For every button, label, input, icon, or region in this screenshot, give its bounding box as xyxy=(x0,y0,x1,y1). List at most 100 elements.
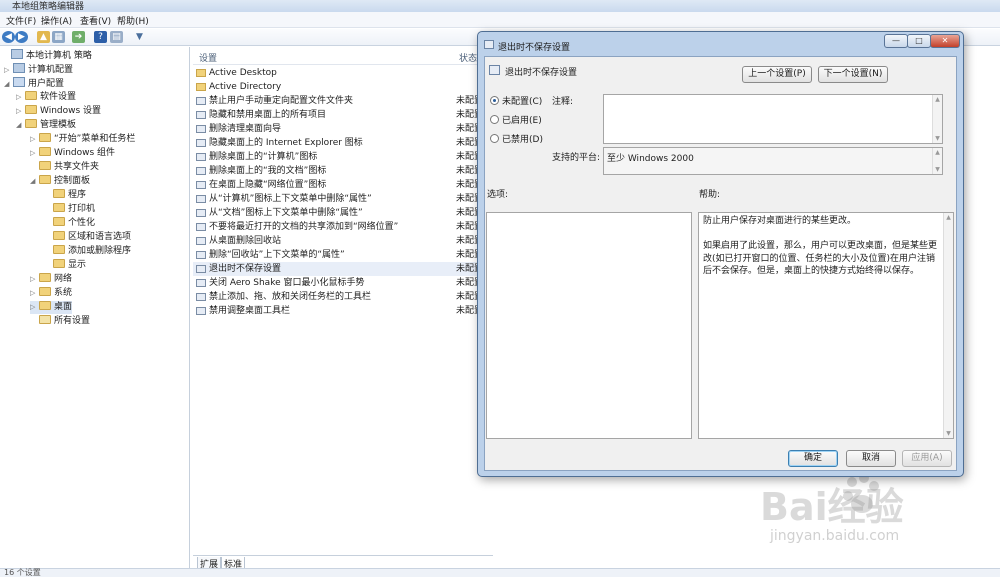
radio-not-configured[interactable]: 未配置(C) xyxy=(490,96,542,108)
list-item[interactable]: 禁止用户手动重定向配置文件文件夹 未配置 xyxy=(193,94,483,108)
expand-icon[interactable]: ▷ xyxy=(16,105,25,118)
column-header-state[interactable]: 状态 xyxy=(459,51,477,64)
tree-node-shared-folders[interactable]: 共享文件夹 xyxy=(30,161,99,174)
list-item[interactable]: 隐藏和禁用桌面上的所有项目 未配置 xyxy=(193,108,483,122)
tree-node-computer-config[interactable]: ▷ 计算机配置 xyxy=(4,63,73,76)
expand-icon[interactable]: ▷ xyxy=(30,133,39,146)
previous-setting-button[interactable]: 上一个设置(P) xyxy=(742,66,812,83)
tree-node-software-settings[interactable]: ▷ 软件设置 xyxy=(16,91,76,104)
scroll-up-icon[interactable]: ▲ xyxy=(933,149,942,156)
folder-icon xyxy=(53,259,65,268)
tree-node-admin-templates[interactable]: ◢ 管理模板 xyxy=(16,119,76,132)
tree-node-start-menu[interactable]: ▷ “开始”菜单和任务栏 xyxy=(30,133,135,146)
tree-node-windows-settings[interactable]: ▷ Windows 设置 xyxy=(16,105,101,118)
cancel-button[interactable]: 取消 xyxy=(846,450,896,467)
platform-scrollbar[interactable]: ▲ ▼ xyxy=(932,148,942,174)
tree-node-user-config[interactable]: ◢ 用户配置 xyxy=(4,77,64,90)
list-item[interactable]: 从桌面删除回收站 未配置 xyxy=(193,234,483,248)
list-item[interactable]: 关闭 Aero Shake 窗口最小化鼠标手势 未配置 xyxy=(193,276,483,290)
forward-icon[interactable]: ▶ xyxy=(15,31,28,43)
list-item[interactable]: Active Directory xyxy=(193,80,483,94)
scroll-down-icon[interactable]: ▼ xyxy=(933,135,942,142)
list-item[interactable]: 删除桌面上的“计算机”图标 未配置 xyxy=(193,150,483,164)
properties-icon[interactable]: ▤ xyxy=(110,31,123,43)
collapse-icon[interactable]: ◢ xyxy=(30,175,39,188)
status-text: 16 个设置 xyxy=(4,568,41,577)
show-hide-tree-icon[interactable]: ▦ xyxy=(52,31,65,43)
collapse-icon[interactable]: ◢ xyxy=(16,119,25,132)
list-item[interactable]: 删除桌面上的“我的文档”图标 未配置 xyxy=(193,164,483,178)
scroll-down-icon[interactable]: ▼ xyxy=(933,166,942,173)
minimize-button[interactable]: — xyxy=(884,34,908,48)
comment-textarea[interactable]: ▲ ▼ xyxy=(603,94,943,144)
help-label: 帮助: xyxy=(699,190,721,200)
policy-setting-icon xyxy=(196,307,206,315)
tree-node-network[interactable]: ▷ 网络 xyxy=(30,273,72,286)
apply-button[interactable]: 应用(A) xyxy=(902,450,952,467)
tree-node-regional-language[interactable]: 区域和语言选项 xyxy=(44,231,131,244)
menu-view[interactable]: 查看(V) xyxy=(80,14,111,27)
tree-node-windows-components[interactable]: ▷ Windows 组件 xyxy=(30,147,115,160)
policy-setting-icon xyxy=(196,125,206,133)
menu-file[interactable]: 文件(F) xyxy=(6,14,36,27)
menu-help[interactable]: 帮助(H) xyxy=(117,14,149,27)
tree-node-all-settings[interactable]: 所有设置 xyxy=(30,315,90,328)
expand-icon[interactable]: ▷ xyxy=(30,273,39,286)
up-folder-icon[interactable]: ▲ xyxy=(37,31,50,43)
maximize-button[interactable]: □ xyxy=(907,34,931,48)
radio-icon xyxy=(490,134,499,143)
menu-action[interactable]: 操作(A) xyxy=(41,14,72,27)
tree-node-system[interactable]: ▷ 系统 xyxy=(30,287,72,300)
ok-button[interactable]: 确定 xyxy=(788,450,838,467)
policy-setting-icon xyxy=(196,111,206,119)
folder-icon xyxy=(53,245,65,254)
export-list-icon[interactable]: ➔ xyxy=(72,31,85,43)
expand-icon[interactable]: ▷ xyxy=(30,287,39,300)
scroll-down-icon[interactable]: ▼ xyxy=(944,430,953,437)
help-scrollbar[interactable]: ▲ ▼ xyxy=(943,213,953,438)
list-item[interactable]: 删除清理桌面向导 未配置 xyxy=(193,122,483,136)
tree-node-display[interactable]: 显示 xyxy=(44,259,86,272)
watermark-url: jingyan.baidu.com xyxy=(770,528,900,544)
list-item[interactable]: 禁止添加、拖、放和关闭任务栏的工具栏 未配置 xyxy=(193,290,483,304)
tree-node-personalization[interactable]: 个性化 xyxy=(44,217,95,230)
tree-node-programs[interactable]: 程序 xyxy=(44,189,86,202)
tree-node-printers[interactable]: 打印机 xyxy=(44,203,95,216)
help-icon[interactable]: ? xyxy=(94,31,107,43)
list-item[interactable]: 隐藏桌面上的 Internet Explorer 图标 未配置 xyxy=(193,136,483,150)
policy-setting-icon xyxy=(196,181,206,189)
expand-icon[interactable]: ▷ xyxy=(30,301,39,314)
list-item[interactable]: 删除“回收站”上下文菜单的“属性” 未配置 xyxy=(193,248,483,262)
status-bar: 16 个设置 xyxy=(0,568,1000,577)
expand-icon[interactable]: ▷ xyxy=(16,91,25,104)
list-item[interactable]: 在桌面上隐藏“网络位置”图标 未配置 xyxy=(193,178,483,192)
policy-setting-icon xyxy=(196,237,206,245)
list-item-selected[interactable]: 退出时不保存设置 未配置 xyxy=(193,262,483,276)
comment-scrollbar[interactable]: ▲ ▼ xyxy=(932,95,942,143)
tree-node-local-policy[interactable]: 本地计算机 策略 xyxy=(2,49,92,62)
scroll-up-icon[interactable]: ▲ xyxy=(933,96,942,103)
expand-icon[interactable]: ▷ xyxy=(4,64,13,77)
options-panel xyxy=(486,212,692,439)
scroll-up-icon[interactable]: ▲ xyxy=(944,214,953,221)
next-setting-button[interactable]: 下一个设置(N) xyxy=(818,66,888,83)
tree-node-add-remove-programs[interactable]: 添加或删除程序 xyxy=(44,245,131,258)
list-item[interactable]: 从“计算机”图标上下文菜单中删除“属性” 未配置 xyxy=(193,192,483,206)
column-header-setting[interactable]: 设置 xyxy=(199,51,217,64)
filter-icon[interactable]: ▼ xyxy=(133,31,146,43)
radio-enabled[interactable]: 已启用(E) xyxy=(490,115,542,127)
folder-icon xyxy=(53,231,65,240)
policy-setting-icon xyxy=(196,153,206,161)
list-item[interactable]: 禁用调整桌面工具栏 未配置 xyxy=(193,304,483,318)
list-item[interactable]: 从“文档”图标上下文菜单中删除“属性” 未配置 xyxy=(193,206,483,220)
back-icon[interactable]: ◀ xyxy=(2,31,15,43)
close-button[interactable]: ✕ xyxy=(930,34,960,48)
tree-node-desktop[interactable]: ▷ 桌面 xyxy=(30,301,73,314)
radio-disabled[interactable]: 已禁用(D) xyxy=(490,134,543,146)
expand-icon[interactable]: ▷ xyxy=(30,147,39,160)
collapse-icon[interactable]: ◢ xyxy=(4,78,13,91)
tree-node-control-panel[interactable]: ◢ 控制面板 xyxy=(30,175,90,188)
list-item[interactable]: Active Desktop xyxy=(193,66,483,80)
list-item[interactable]: 不要将最近打开的文档的共享添加到“网络位置” 未配置 xyxy=(193,220,483,234)
folder-icon xyxy=(53,217,65,226)
